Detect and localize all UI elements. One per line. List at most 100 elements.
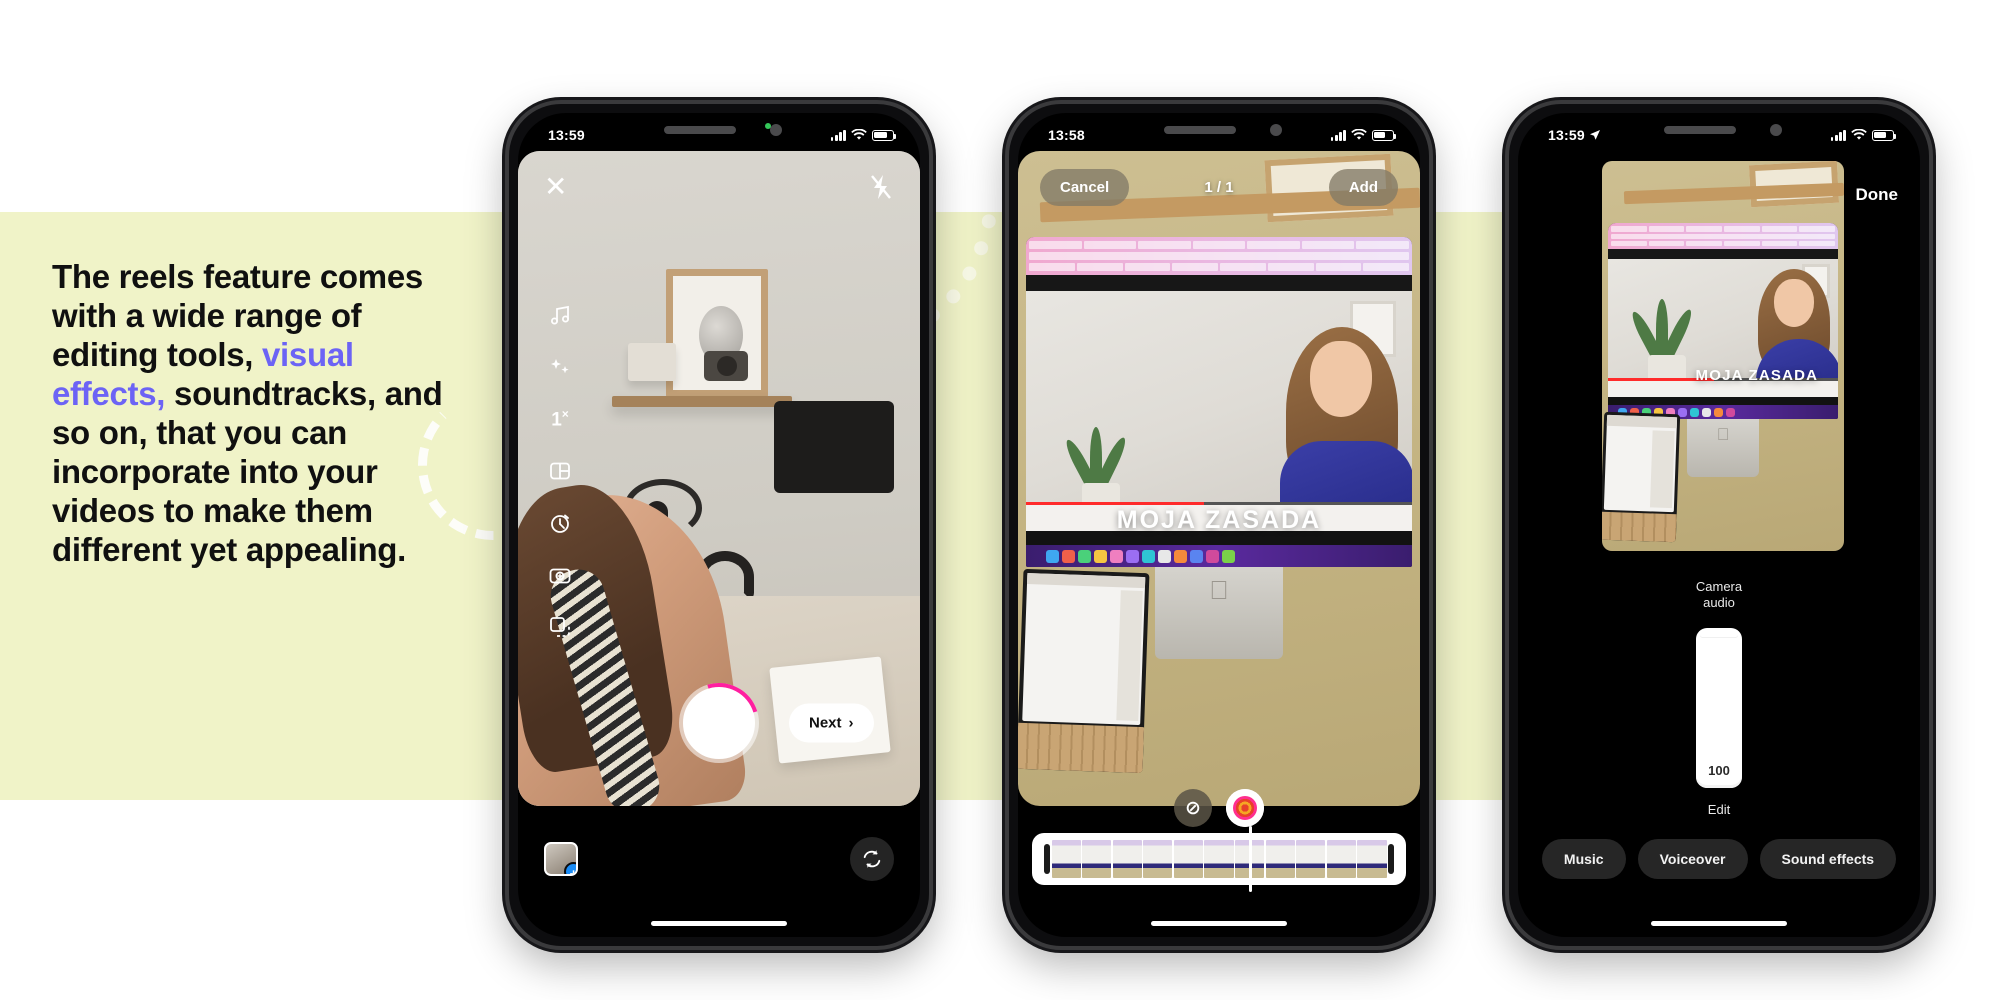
phone-mockup-audio:  MOJA ZASADA 13:59	[1505, 100, 1933, 950]
volume-up-button[interactable]	[1005, 314, 1007, 372]
video-person	[1276, 321, 1412, 531]
home-indicator[interactable]	[651, 921, 787, 926]
device-notch	[1626, 113, 1812, 147]
laptop	[1602, 411, 1681, 543]
phone1-screen: 13:59 ✕ 1× Next › +	[518, 113, 920, 937]
caption-overlay: MOJA ZASADA	[1116, 506, 1322, 534]
volume-down-button[interactable]	[1005, 386, 1007, 444]
laptop	[1018, 568, 1150, 774]
browser-toolbar	[1608, 223, 1838, 249]
trim-handle-left[interactable]	[1044, 844, 1050, 874]
status-time: 13:58	[1048, 127, 1085, 143]
copy-part-one: The reels feature comes with a wide rang…	[52, 258, 423, 373]
speed-control[interactable]: 1×	[551, 407, 569, 431]
layout-icon[interactable]	[548, 459, 572, 483]
browser-address-row	[1611, 234, 1835, 239]
volume-slider[interactable]: 100	[1696, 627, 1742, 788]
wall-shelf	[612, 396, 792, 407]
imac-screen	[1608, 223, 1838, 419]
volume-down-button[interactable]	[1505, 386, 1507, 444]
browser-bookmarks-row	[1029, 263, 1409, 271]
effects-target-icon[interactable]	[1226, 789, 1264, 827]
location-arrow-icon	[1589, 130, 1600, 140]
caption-overlay: MOJA ZASADA	[1695, 367, 1819, 384]
mixer-label-line1: Camera	[1695, 579, 1743, 594]
wifi-icon	[851, 129, 867, 140]
browser-bookmarks-row	[1611, 241, 1836, 246]
audio-clip-preview[interactable]:  MOJA ZASADA	[1602, 161, 1844, 551]
browser-tab-row	[1611, 226, 1836, 232]
clip-preview[interactable]:  MOJA ZASADA	[1018, 151, 1420, 806]
video-site-header	[1026, 275, 1412, 291]
status-icons	[1830, 129, 1897, 141]
phone-mockup-trim:  MOJA ZASADA 13:58	[1005, 100, 1433, 950]
music-button[interactable]: Music	[1541, 839, 1626, 879]
edit-track-button[interactable]: Edit	[1708, 802, 1730, 817]
desk-monitor	[774, 401, 894, 493]
power-button[interactable]	[931, 344, 933, 428]
notch-front-camera	[1770, 124, 1782, 136]
phone2-screen:  MOJA ZASADA 13:58	[1018, 113, 1420, 937]
video-player-content	[1026, 291, 1412, 531]
phone-mockup-camera: 13:59 ✕ 1× Next › +	[505, 100, 933, 950]
phone3-screen:  MOJA ZASADA 13:59	[1518, 113, 1920, 937]
signal-bars-icon	[1830, 129, 1846, 141]
battery-icon	[1372, 129, 1397, 141]
power-button[interactable]	[1431, 344, 1433, 428]
cancel-button[interactable]: Cancel	[1040, 168, 1130, 206]
browser-tab-row	[1029, 241, 1410, 249]
macos-dock	[1026, 545, 1412, 567]
add-media-plus-icon: +	[564, 862, 576, 874]
volume-up-button[interactable]	[505, 314, 507, 372]
status-time: 13:59	[1548, 127, 1585, 143]
browser-address-row	[1029, 252, 1409, 260]
status-time: 13:59	[548, 127, 585, 143]
camera-top-controls: ✕	[518, 167, 920, 207]
shelf-camera	[704, 351, 748, 381]
volume-up-button[interactable]	[1505, 314, 1507, 372]
status-time-group: 13:59	[1548, 127, 1601, 143]
power-button[interactable]	[1931, 344, 1933, 428]
audio-action-bar: Music Voiceover Sound effects	[1518, 839, 1920, 879]
laptop-keyboard	[1602, 511, 1677, 543]
signal-bars-icon	[1330, 129, 1346, 141]
music-icon[interactable]	[548, 303, 572, 327]
capture-row: Next ›	[518, 677, 920, 769]
mute-switch[interactable]	[1005, 254, 1007, 286]
align-layers-icon[interactable]	[548, 615, 572, 639]
device-notch	[1126, 113, 1312, 147]
volume-down-button[interactable]	[505, 386, 507, 444]
wifi-icon	[1351, 129, 1367, 140]
flip-camera-button[interactable]	[850, 837, 894, 881]
close-icon[interactable]: ✕	[544, 173, 567, 201]
shutter-button[interactable]	[683, 687, 755, 759]
battery-icon	[872, 129, 897, 141]
mute-audio-icon[interactable]: ⊘	[1174, 789, 1212, 827]
trim-header: Cancel 1 / 1 Add	[1018, 165, 1420, 209]
voiceover-button[interactable]: Voiceover	[1637, 839, 1748, 879]
notch-front-camera	[770, 124, 782, 136]
clip-timeline[interactable]	[1032, 826, 1406, 892]
mute-switch[interactable]	[1505, 254, 1507, 286]
signal-bars-icon	[830, 129, 846, 141]
mixer-label-line2: audio	[1703, 595, 1735, 611]
apple-logo-icon: 	[1209, 575, 1229, 606]
done-button[interactable]: Done	[1856, 185, 1899, 205]
next-button[interactable]: Next ›	[789, 703, 874, 743]
browser-toolbar	[1026, 237, 1412, 275]
flash-off-icon[interactable]	[868, 173, 894, 201]
add-button[interactable]: Add	[1328, 168, 1398, 206]
sound-effects-button[interactable]: Sound effects	[1759, 839, 1897, 879]
trim-handle-right[interactable]	[1388, 844, 1394, 874]
timeline-playhead[interactable]	[1248, 826, 1252, 892]
status-icons	[1330, 129, 1397, 141]
home-indicator[interactable]	[1651, 921, 1787, 926]
mute-switch[interactable]	[505, 254, 507, 286]
battery-icon	[1872, 129, 1897, 141]
notch-speaker	[1164, 126, 1236, 134]
camera-gesture-icon[interactable]	[548, 563, 572, 587]
gallery-thumbnail-button[interactable]: +	[544, 842, 578, 876]
home-indicator[interactable]	[1151, 921, 1287, 926]
effects-sparkle-icon[interactable]	[548, 355, 572, 379]
timer-icon[interactable]	[548, 511, 572, 535]
